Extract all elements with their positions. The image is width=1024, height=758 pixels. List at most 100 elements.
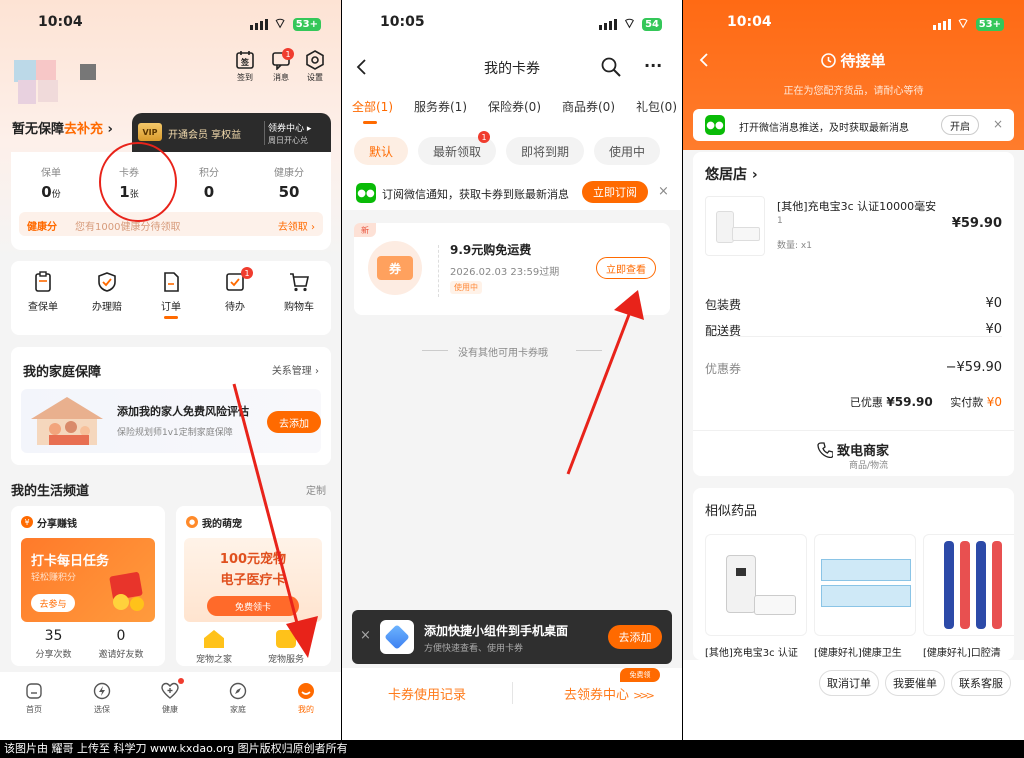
product-spec: 1 [777, 216, 783, 226]
quick-claim[interactable]: 办理赔 [75, 271, 139, 319]
status-time: 10:04 [727, 14, 772, 30]
red-envelope-coins-illustration [109, 572, 144, 611]
daily-task-banner[interactable]: 打卡每日任务 轻松赚积分 去参与 [21, 538, 155, 622]
message-badge: 1 [282, 48, 294, 60]
wifi-icon: ⌔ [622, 16, 637, 32]
share-count-stat[interactable]: 35 分享次数 [11, 628, 96, 660]
tab-service[interactable]: 服务券(1) [414, 98, 467, 115]
urge-order-button[interactable]: 我要催单 [885, 670, 945, 696]
active-tab-indicator [363, 121, 377, 124]
status-bar: 10:04 ⌔ 53+ [683, 14, 1024, 34]
coin-icon: ¥ [21, 516, 33, 528]
relation-manage-link[interactable]: 关系管理 › [272, 362, 319, 377]
status-time: 10:04 [38, 14, 83, 30]
similar-item-3[interactable]: [健康好礼]口腔清 [923, 534, 1014, 658]
stat-points[interactable]: 积分 0 [169, 164, 249, 201]
coupon-status: 使用中 [450, 281, 482, 294]
status-bar: 10:04 ⌔ 53+ [0, 14, 341, 34]
join-task-button[interactable]: 去参与 [31, 594, 75, 612]
widget-promo-banner: × 添加快捷小组件到手机桌面 方便快速查看、使用卡券 去添加 [352, 610, 672, 664]
nav-choose-insurance[interactable]: 选保 [68, 672, 136, 740]
wifi-icon: ⌔ [273, 16, 287, 32]
home-icon [26, 683, 42, 699]
share-stats-row: 35 分享次数 0 邀请好友数 [11, 628, 165, 660]
cancel-order-button[interactable]: 取消订单 [819, 670, 879, 696]
product-thumbnail[interactable] [705, 196, 765, 256]
stat-policies[interactable]: 保单 0份 [11, 164, 91, 201]
similar-item-2[interactable]: [健康好礼]健康卫生 [814, 534, 916, 659]
quick-orders[interactable]: 订单 [139, 271, 203, 319]
invite-count-stat[interactable]: 0 邀请好友数 [96, 628, 146, 660]
powerbank-image [705, 534, 807, 636]
close-icon[interactable]: × [993, 117, 1003, 131]
filter-expiring[interactable]: 即将到期 [506, 137, 584, 165]
signal-icon [932, 18, 951, 30]
coupon-center-title[interactable]: 领券中心 ▸ [268, 121, 311, 134]
annotation-arrow-up [566, 290, 644, 475]
coupon-history-link[interactable]: 卡券使用记录 [388, 684, 466, 703]
close-icon[interactable]: × [360, 628, 371, 643]
tab-gift[interactable]: 礼包(0) [636, 98, 677, 115]
messages-button[interactable]: 消息 1 [264, 48, 298, 86]
annotation-circle [99, 142, 177, 222]
nav-family[interactable]: 家庭 [204, 672, 272, 740]
health-claim-link[interactable]: 去领取 › [278, 218, 315, 233]
orders-indicator [164, 316, 178, 319]
family-house-illustration [31, 397, 103, 445]
shop-name-link[interactable]: 悠居店 › [705, 164, 758, 184]
quick-view-policy[interactable]: 查保单 [11, 271, 75, 319]
life-channel-title: 我的生活频道 [11, 484, 90, 499]
daily-task-sub: 轻松赚积分 [31, 573, 77, 583]
settings-label: 设置 [307, 73, 323, 82]
enable-push-button[interactable]: 开启 [941, 115, 979, 135]
clipboard-icon [35, 271, 51, 292]
push-text: 打开微信消息推送，及时获取最新消息 [739, 123, 909, 134]
order-summary: 已优惠 ¥59.90 实付款 ¥0 [849, 395, 1002, 409]
back-icon[interactable] [354, 58, 370, 76]
filter-newest[interactable]: 最新领取 1 [418, 131, 496, 165]
pet-home-icon [204, 630, 224, 648]
widget-title: 添加快捷小组件到手机桌面 [424, 624, 569, 638]
svg-text:签: 签 [240, 57, 250, 67]
delivery-fee-value: ¥0 [985, 322, 1002, 337]
subscribe-button[interactable]: 立即订阅 [582, 181, 648, 203]
quick-actions-row: 查保单 办理赔 订单 1 待办 购物车 [11, 267, 331, 319]
guarantee-link[interactable]: 暂无保障去补充 › [12, 118, 113, 137]
filter-chips: 默认 最新领取 1 即将到期 使用中 [354, 131, 660, 165]
tab-goods[interactable]: 商品券(0) [562, 98, 615, 115]
filter-default[interactable]: 默认 [354, 137, 408, 165]
product-price: ¥59.90 [951, 216, 1002, 231]
filter-in-use[interactable]: 使用中 [594, 137, 660, 165]
user-active-icon [298, 683, 314, 699]
phone-icon [817, 442, 833, 458]
nav-health[interactable]: 健康 [136, 672, 204, 740]
similar-title: 相似药品 [705, 504, 758, 519]
similar-item-1[interactable]: [其他]充电宝3c 认证 [705, 534, 807, 659]
view-now-button[interactable]: 立即查看 [596, 257, 656, 279]
close-icon[interactable]: × [658, 184, 669, 199]
toothbrush-image [923, 534, 1014, 636]
contact-support-button[interactable]: 联系客服 [951, 670, 1011, 696]
quick-todo[interactable]: 1 待办 [203, 267, 267, 319]
nav-home[interactable]: 首页 [0, 672, 68, 740]
lightning-icon [93, 682, 111, 700]
call-merchant-button[interactable]: 致电商家 商品/物流 [693, 432, 1014, 476]
sign-in-button[interactable]: 签 签到 [228, 50, 262, 86]
search-icon[interactable] [600, 56, 622, 78]
settings-button[interactable]: 设置 [298, 50, 332, 86]
more-icon[interactable]: ··· [644, 56, 662, 75]
stat-health-score[interactable]: 健康分 50 [249, 164, 329, 201]
tissue-pack-image [814, 534, 916, 636]
tab-all[interactable]: 全部(1) [352, 98, 393, 115]
tab-insurance[interactable]: 保险券(0) [488, 98, 541, 115]
add-widget-button[interactable]: 去添加 [608, 625, 662, 649]
wechat-notify-bar: ●● 订阅微信通知，获取卡券到账最新消息 立即订阅 × [342, 178, 682, 208]
order-detail-card: 悠居店 › [其他]充电宝3c 认证10000毫安 1 数量: x1 ¥59.9… [693, 152, 1014, 450]
avatar[interactable] [14, 52, 66, 106]
guarantee-action: 去补充 [64, 122, 104, 137]
quick-actions-card: 查保单 办理赔 订单 1 待办 购物车 [11, 261, 331, 335]
quick-cart[interactable]: 购物车 [267, 271, 331, 319]
nav-mine[interactable]: 我的 [272, 672, 340, 740]
bottom-divider [512, 682, 513, 704]
go-coupon-center-link[interactable]: 去领券中心 >>> [564, 684, 655, 703]
